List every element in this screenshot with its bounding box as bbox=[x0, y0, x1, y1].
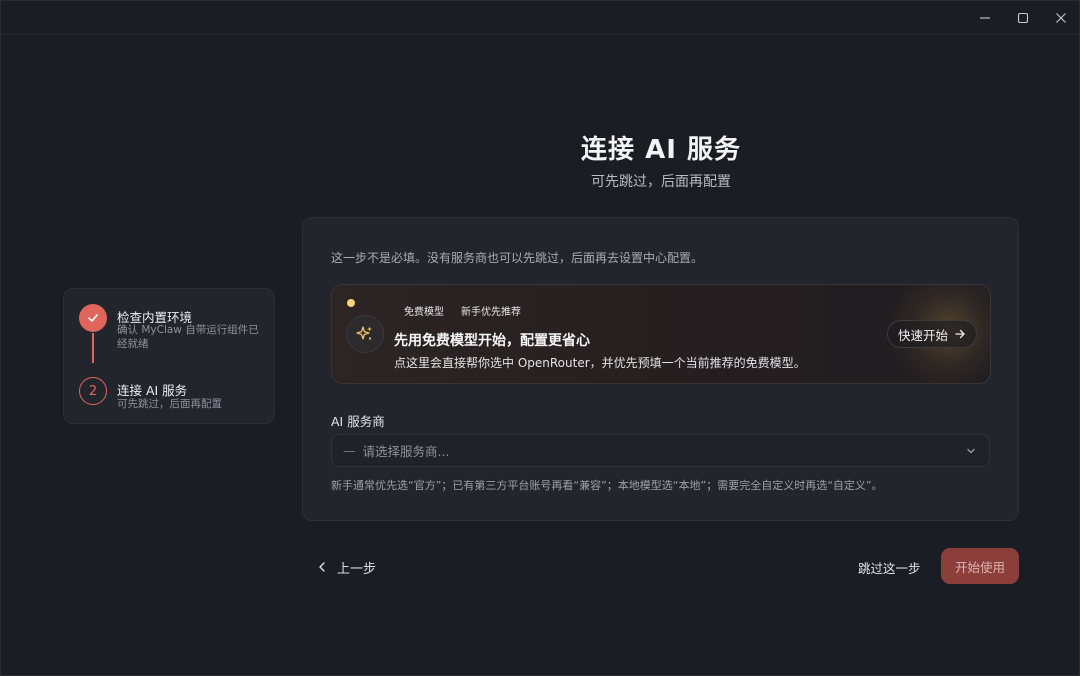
close-window-button[interactable] bbox=[1042, 1, 1080, 35]
provider-select[interactable]: — 请选择服务商... bbox=[331, 434, 990, 467]
skip-step-button[interactable]: 跳过这一步 bbox=[858, 558, 921, 577]
maximize-button[interactable] bbox=[1004, 1, 1042, 35]
page-title: 连接 AI 服务 bbox=[581, 135, 741, 165]
card-intro-text: 这一步不是必填。没有服务商也可以先跳过，后面再去设置中心配置。 bbox=[331, 251, 704, 265]
quick-start-label: 快速开始 bbox=[898, 327, 949, 343]
step-2-description: 可先跳过，后面再配置 bbox=[117, 398, 222, 410]
promo-heading: 先用免费模型开始，配置更省心 bbox=[394, 333, 590, 349]
select-placeholder: 请选择服务商... bbox=[362, 444, 450, 459]
maximize-icon bbox=[1017, 12, 1029, 24]
chevron-left-icon bbox=[319, 562, 325, 572]
free-model-badge: 免费模型 bbox=[404, 307, 444, 318]
chevron-down-icon bbox=[967, 448, 975, 454]
back-button[interactable]: 上一步 bbox=[317, 556, 376, 578]
page-subtitle: 可先跳过，后面再配置 bbox=[591, 174, 731, 190]
app-window: 连接 AI 服务 可先跳过，后面再配置 检查内置环境 确认 MyClaw 自带运… bbox=[0, 0, 1080, 676]
step-1-done-indicator bbox=[79, 304, 107, 332]
select-prefix: — bbox=[343, 443, 356, 458]
quick-start-button[interactable]: 快速开始 bbox=[887, 320, 978, 348]
step-2-current-indicator: 2 bbox=[79, 377, 107, 405]
step-1-description: 确认 MyClaw 自带运行组件已经就绪 bbox=[117, 324, 259, 350]
provider-hint: 新手通常优先选“官方”；已有第三方平台账号再看“兼容”；本地模型选“本地”；需要… bbox=[331, 479, 883, 492]
sparkle-icon bbox=[356, 326, 372, 340]
check-icon bbox=[88, 314, 98, 322]
promo-description: 点这里会直接帮你选中 OpenRouter，并优先预填一个当前推荐的免费模型。 bbox=[394, 356, 806, 370]
promo-icon-wrapper bbox=[346, 315, 384, 353]
minimize-icon bbox=[980, 17, 990, 19]
promo-status-dot bbox=[347, 299, 355, 307]
title-bar bbox=[1, 1, 1079, 35]
back-label: 上一步 bbox=[337, 561, 377, 577]
setup-stepper: 检查内置环境 确认 MyClaw 自带运行组件已经就绪 2 连接 AI 服务 可… bbox=[63, 288, 275, 424]
provider-field-label: AI 服务商 bbox=[331, 414, 385, 429]
minimize-button[interactable] bbox=[966, 1, 1004, 35]
free-model-promo-card[interactable]: 免费模型 新手优先推荐 先用免费模型开始，配置更省心 点这里会直接帮你选中 Op… bbox=[331, 284, 991, 384]
recommend-badge: 新手优先推荐 bbox=[461, 307, 521, 318]
arrow-right-icon bbox=[955, 329, 965, 339]
close-icon bbox=[1056, 13, 1066, 23]
start-button[interactable]: 开始使用 bbox=[941, 548, 1019, 584]
provider-setup-card: 这一步不是必填。没有服务商也可以先跳过，后面再去设置中心配置。 免费模型 新手优… bbox=[302, 217, 1019, 521]
step-connector bbox=[92, 333, 94, 363]
